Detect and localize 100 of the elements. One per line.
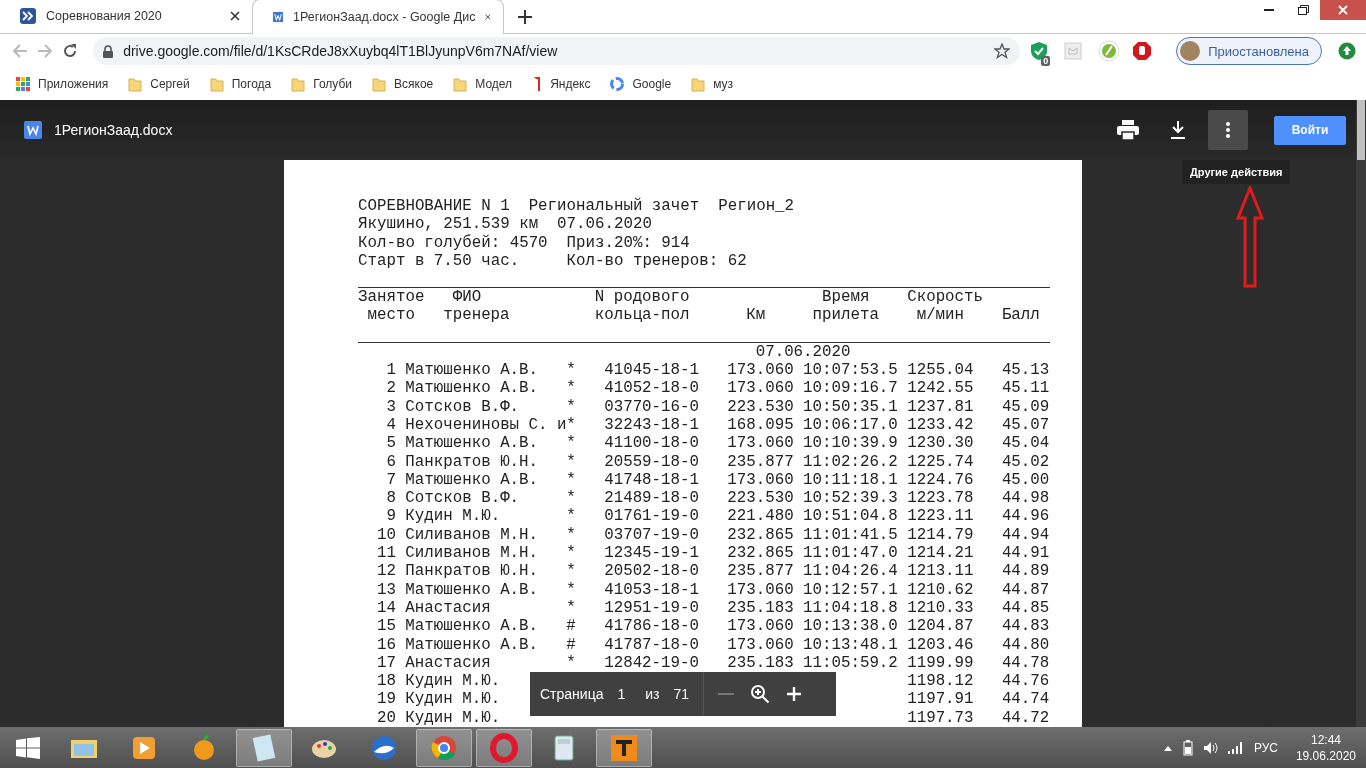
column-heading: Занятое — [358, 288, 425, 307]
close-button[interactable] — [1320, 0, 1366, 20]
tray-arrow-icon[interactable] — [1163, 744, 1172, 751]
table-cell: 44.87 — [1001, 580, 1050, 599]
table-cell: Силиванов М.Н. — [405, 544, 539, 563]
bookmark[interactable]: муз — [685, 73, 740, 95]
table-cell: 1242.55 — [907, 379, 974, 398]
table-cell: Матюшенко А.В. — [405, 580, 539, 599]
table-cell: 10:06:17.0 — [803, 415, 898, 435]
close-icon[interactable] — [485, 12, 491, 22]
table-cell: 1210.33 — [907, 598, 974, 618]
language-indicator[interactable]: РУС — [1253, 740, 1278, 755]
table-cell: 10:10:39.9 — [803, 434, 898, 453]
shield-extension-button[interactable]: 0 — [1030, 38, 1049, 64]
bookmark[interactable]: Модел — [447, 73, 519, 95]
lock-icon — [103, 44, 114, 58]
bookmark[interactable]: Сергей — [122, 73, 196, 95]
taskbar-app[interactable] — [596, 728, 652, 767]
table-cell: 01761-19-0 — [604, 507, 699, 526]
table-cell: * — [566, 525, 576, 545]
signal-icon[interactable] — [1227, 741, 1244, 754]
table-cell: Кудин М.Ю. — [405, 690, 501, 709]
more-actions-button[interactable] — [1208, 110, 1248, 150]
close-icon[interactable] — [230, 11, 240, 21]
document-line: Кол-во голубей: 4570 Приз.20%: 914 — [358, 233, 691, 252]
table-cell: 16 — [376, 635, 396, 654]
taskbar-app[interactable] — [416, 728, 472, 767]
table-cell: 41052-18-0 — [604, 379, 699, 398]
speaker-icon[interactable] — [1203, 740, 1218, 755]
document-line: Старт в 7.50 час. Кол-во тренеров: 62 — [358, 251, 748, 271]
table-cell: 4 — [386, 415, 396, 435]
table-cell: 10:13:38.0 — [803, 617, 898, 636]
table-cell: * — [566, 580, 576, 599]
bookmark[interactable]: Всякое — [366, 73, 440, 95]
zoom-reset-button[interactable] — [750, 684, 771, 704]
back-arrow-icon — [11, 43, 28, 59]
table-cell: 1224.76 — [907, 470, 974, 490]
avatar-icon — [1180, 41, 1201, 61]
table-cell: 232.865 — [727, 525, 794, 545]
table-cell: 41045-18-1 — [604, 361, 699, 380]
table-cell: 44.94 — [1001, 525, 1050, 545]
table-cell: 1197.91 — [907, 690, 974, 709]
table-cell: 2 — [386, 379, 396, 398]
scrollbar[interactable] — [1356, 100, 1366, 727]
table-cell: * — [566, 598, 576, 618]
table-cell: 1213.11 — [907, 562, 974, 581]
profile-button[interactable]: Приостановлена — [1176, 37, 1322, 65]
table-cell: 45.13 — [1001, 361, 1050, 380]
table-cell: 7 — [386, 470, 396, 490]
table-cell: 6 — [386, 452, 396, 471]
column-heading: м/мин — [916, 306, 964, 325]
browser-tab[interactable]: 1РегионЗаад.docx - Google Дис — [252, 0, 504, 34]
clock-time[interactable]: 12:44 — [1310, 731, 1341, 748]
table-cell: 44.96 — [1001, 507, 1050, 526]
address-bar[interactable]: drive.google.com/file/d/1KsCRdeJ8xXuybq4lT1BlJyunpV6m7NAf/view — [93, 37, 1021, 65]
column-heading: Время — [821, 288, 870, 307]
table-cell: 5 — [386, 434, 396, 453]
table-cell: 1255.04 — [907, 361, 974, 380]
taskbar-app[interactable] — [236, 728, 292, 767]
table-cell: 12 — [376, 562, 396, 581]
table-cell: 44.83 — [1001, 617, 1050, 636]
bookmark[interactable]: Яндекс — [526, 73, 597, 95]
tooltip: Другие действия — [1182, 160, 1291, 184]
bookmark[interactable]: Голуби — [285, 73, 359, 95]
extension-badge: 0 — [1041, 56, 1051, 66]
favicon-icon — [610, 77, 625, 91]
table-cell: 20559-18-0 — [604, 452, 699, 471]
bookmark[interactable]: Погода — [203, 73, 278, 95]
table-cell: 1199.99 — [907, 653, 974, 673]
table-cell: 10:52:39.3 — [803, 489, 898, 508]
column-heading: место — [367, 306, 415, 325]
zoom-in-button[interactable] — [786, 686, 803, 702]
restore-icon — [1297, 5, 1309, 15]
table-cell: 173.060 — [727, 635, 794, 654]
table-cell: * — [566, 452, 576, 471]
table-cell: 45.09 — [1001, 397, 1050, 416]
bookmark[interactable]: Приложения — [10, 74, 115, 94]
table-cell: 1210.62 — [907, 580, 974, 599]
bookmark[interactable]: Google — [604, 74, 678, 94]
table-cell: 235.183 — [727, 598, 794, 618]
browser-tab[interactable]: Соревнования 2020 — [0, 0, 252, 33]
clock-date[interactable]: 19.06.2020 — [1295, 747, 1356, 764]
battery-icon[interactable] — [1181, 739, 1194, 756]
table-cell: 45.00 — [1001, 470, 1050, 490]
table-cell: 1203.46 — [907, 635, 974, 654]
table-cell: 223.530 — [727, 397, 794, 416]
star-icon[interactable] — [994, 43, 1011, 59]
table-cell: 10:13:48.1 — [803, 635, 898, 654]
table-cell: 10:50:35.1 — [803, 397, 898, 416]
table-cell: Матюшенко А.В. — [405, 434, 539, 453]
table-cell: 173.060 — [727, 470, 794, 490]
table-cell: 03770-16-0 — [604, 397, 699, 416]
table-cell: 17 — [376, 653, 396, 673]
file-title: 1РегионЗаад.docx — [54, 122, 174, 138]
forward-arrow-icon — [36, 43, 53, 59]
table-cell: 44.85 — [1001, 598, 1050, 618]
column-heading: ФИО — [452, 288, 482, 307]
new-tab-icon[interactable] — [518, 10, 532, 24]
column-heading: Км — [746, 306, 766, 325]
page-of-label: из — [645, 686, 660, 702]
